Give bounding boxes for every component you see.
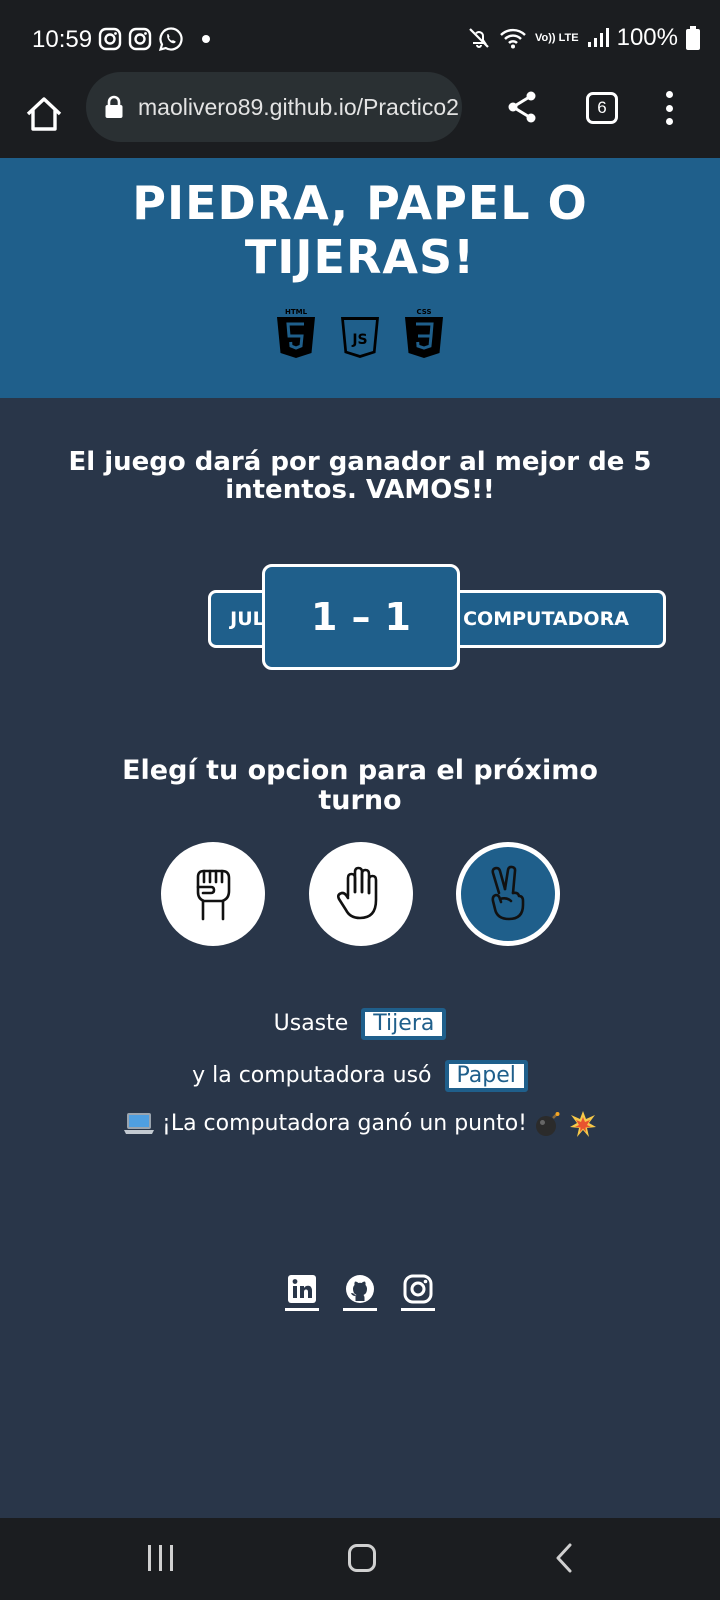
home-icon[interactable]: [22, 92, 66, 136]
lock-icon: [105, 95, 123, 118]
more-menu-icon[interactable]: [662, 91, 676, 125]
open-hand-icon: [336, 866, 378, 920]
linkedin-icon: [288, 1275, 316, 1303]
battery-percentage: 100%: [616, 24, 678, 51]
instagram-icon: [403, 1274, 433, 1304]
tech-icons: HTML JS CSS: [0, 306, 720, 360]
address-bar[interactable]: maolivero89.github.io/Practico2: [86, 72, 462, 142]
computer-name-badge: COMPUTADORA: [426, 590, 666, 648]
player-move-line: Usaste Tijera: [0, 1008, 720, 1040]
bomb-emoji-icon: [535, 1112, 560, 1136]
wifi-icon: [500, 28, 526, 49]
css3-icon: CSS: [405, 308, 443, 358]
computer-move-line: y la computadora usó Papel: [0, 1060, 720, 1092]
whatsapp-notification-icon: [158, 27, 183, 52]
home-nav-button[interactable]: [348, 1544, 376, 1572]
notification-dot: [202, 35, 210, 43]
computer-move-label: y la computadora usó: [192, 1063, 432, 1088]
volte-indicator: Vo)) LTE: [535, 31, 579, 44]
social-links: [0, 1274, 720, 1311]
tab-switcher-button[interactable]: 6: [586, 92, 618, 124]
linkedin-link[interactable]: [285, 1274, 319, 1311]
mute-icon: [469, 28, 489, 48]
url-text: maolivero89.github.io/Practico2: [138, 93, 459, 120]
explosion-emoji-icon: [569, 1111, 596, 1137]
js-icon: JS: [341, 317, 379, 358]
page-header: PIEDRA, PAPEL O TIJERAS! HTML JS CSS: [0, 158, 720, 398]
fist-icon: [196, 869, 231, 921]
choice-prompt: Elegí tu opcion para el próximo turno: [122, 755, 598, 816]
score-separator: –: [351, 595, 371, 639]
status-time: 10:59: [32, 26, 93, 53]
player-move-label: Usaste: [273, 1011, 349, 1036]
rock-choice-button[interactable]: [161, 842, 265, 946]
html5-icon: HTML: [277, 308, 315, 358]
status-notifications: [98, 26, 210, 52]
scissors-choice-button[interactable]: [456, 842, 560, 946]
title-line-2: TIJERAS!: [244, 230, 476, 284]
player-move-tag: Tijera: [361, 1008, 447, 1040]
round-result-text: ¡La computadora ganó un punto!: [162, 1111, 527, 1136]
score-display: 1 – 1: [262, 564, 460, 670]
player-score: 1: [311, 595, 338, 639]
paper-choice-button[interactable]: [309, 842, 413, 946]
browser-toolbar: maolivero89.github.io/Practico2 6: [0, 72, 720, 158]
title-line-1: PIEDRA, PAPEL O: [132, 176, 588, 230]
back-icon[interactable]: [554, 1542, 574, 1574]
battery-icon: [686, 26, 700, 50]
laptop-emoji-icon: [124, 1113, 154, 1134]
page-title: PIEDRA, PAPEL O TIJERAS!: [0, 176, 720, 284]
svg-text:JS: JS: [351, 332, 367, 348]
svg-text:HTML: HTML: [285, 308, 308, 316]
instagram-link[interactable]: [401, 1274, 435, 1311]
github-icon: [346, 1275, 374, 1303]
svg-text:CSS: CSS: [416, 308, 431, 316]
game-intro-text: El juego dará por ganador al mejor de 5 …: [68, 447, 652, 505]
instagram-notification-icon: [98, 27, 122, 51]
computer-score: 1: [384, 595, 411, 639]
peace-hand-icon: [491, 865, 525, 921]
signal-icon: [587, 28, 609, 47]
github-link[interactable]: [343, 1274, 377, 1311]
computer-move-tag: Papel: [444, 1060, 528, 1092]
instagram-notification-icon: [128, 27, 152, 51]
system-navigation-bar: [0, 1518, 720, 1600]
status-system-icons: Vo)) LTE 100%: [467, 24, 700, 52]
share-icon[interactable]: [506, 90, 538, 124]
recent-apps-button[interactable]: [148, 1545, 173, 1571]
round-result-line: ¡La computadora ganó un punto!: [0, 1110, 720, 1138]
status-bar: 10:59 Vo)) LTE 100%: [0, 0, 720, 72]
